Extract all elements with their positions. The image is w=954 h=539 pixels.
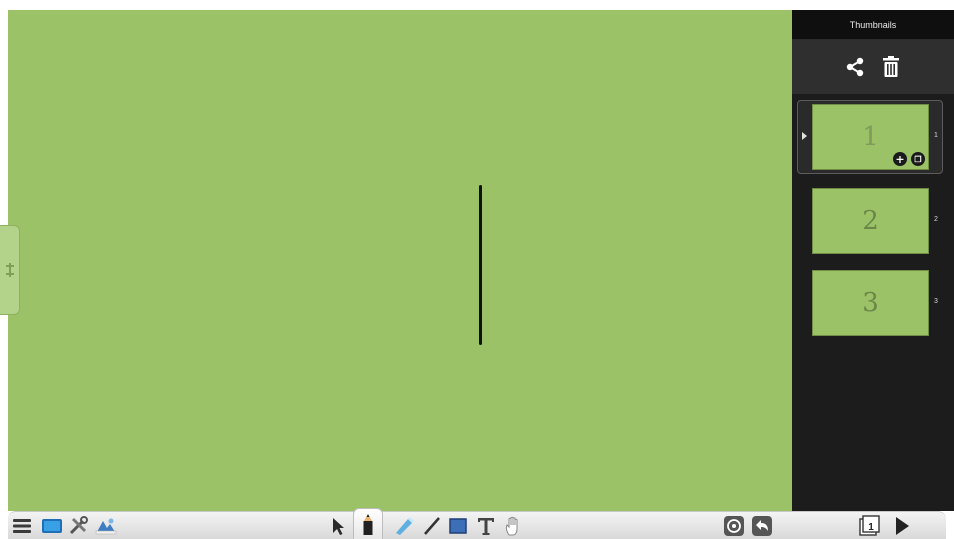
- thumbnail-number: 2: [934, 216, 938, 223]
- menu-icon[interactable]: [10, 514, 34, 538]
- pen-icon[interactable]: [353, 508, 383, 539]
- thumbnail-item[interactable]: 2 2: [792, 186, 954, 256]
- drawn-stroke[interactable]: [479, 185, 482, 345]
- thumbnail-number: 3: [934, 298, 938, 305]
- thumbnail-page-text: 1: [862, 122, 879, 152]
- highlighter-icon[interactable]: [392, 514, 416, 538]
- grip-icon: [5, 263, 14, 277]
- thumbnail-preview[interactable]: 3: [812, 270, 929, 336]
- display-icon[interactable]: [40, 514, 64, 538]
- trash-icon[interactable]: [880, 56, 902, 78]
- gallery-icon[interactable]: [94, 514, 118, 538]
- panel-title: Thumbnails: [792, 10, 954, 40]
- select-arrow-icon[interactable]: [326, 514, 350, 538]
- duplicate-page-icon[interactable]: ❐: [911, 152, 925, 166]
- page-indicator[interactable]: 1: [856, 514, 882, 538]
- thumbnail-preview[interactable]: 1 + ❐: [812, 104, 929, 170]
- side-panel-handle[interactable]: [0, 225, 20, 315]
- rectangle-icon[interactable]: [446, 514, 470, 538]
- bottom-toolbar: 1: [8, 508, 946, 539]
- thumbnail-page-text: 2: [862, 206, 879, 236]
- hand-icon[interactable]: [502, 514, 526, 538]
- add-page-icon[interactable]: +: [893, 152, 907, 166]
- thumbnail-preview[interactable]: 2: [812, 188, 929, 254]
- text-icon[interactable]: [474, 514, 498, 538]
- thumbnails-panel: Thumbnails 1 + ❐ 1 2 2 3 3: [792, 10, 954, 511]
- thumbnail-number: 1: [934, 132, 938, 139]
- whiteboard-app: Thumbnails 1 + ❐ 1 2 2 3 3 1: [0, 0, 954, 539]
- share-icon[interactable]: [844, 56, 866, 78]
- line-icon[interactable]: [420, 514, 444, 538]
- whiteboard-canvas[interactable]: [8, 10, 792, 511]
- panel-actions: [792, 40, 954, 94]
- thumbnail-item[interactable]: 1 + ❐ 1: [792, 100, 954, 174]
- thumbnail-page-text: 3: [862, 288, 879, 318]
- current-page-marker-icon: [802, 132, 807, 140]
- target-icon[interactable]: [722, 514, 746, 538]
- current-page-number: 1: [868, 521, 874, 533]
- next-page-icon[interactable]: [890, 514, 914, 538]
- tools-icon[interactable]: [66, 514, 90, 538]
- undo-icon[interactable]: [750, 514, 774, 538]
- thumbnail-item[interactable]: 3 3: [792, 268, 954, 338]
